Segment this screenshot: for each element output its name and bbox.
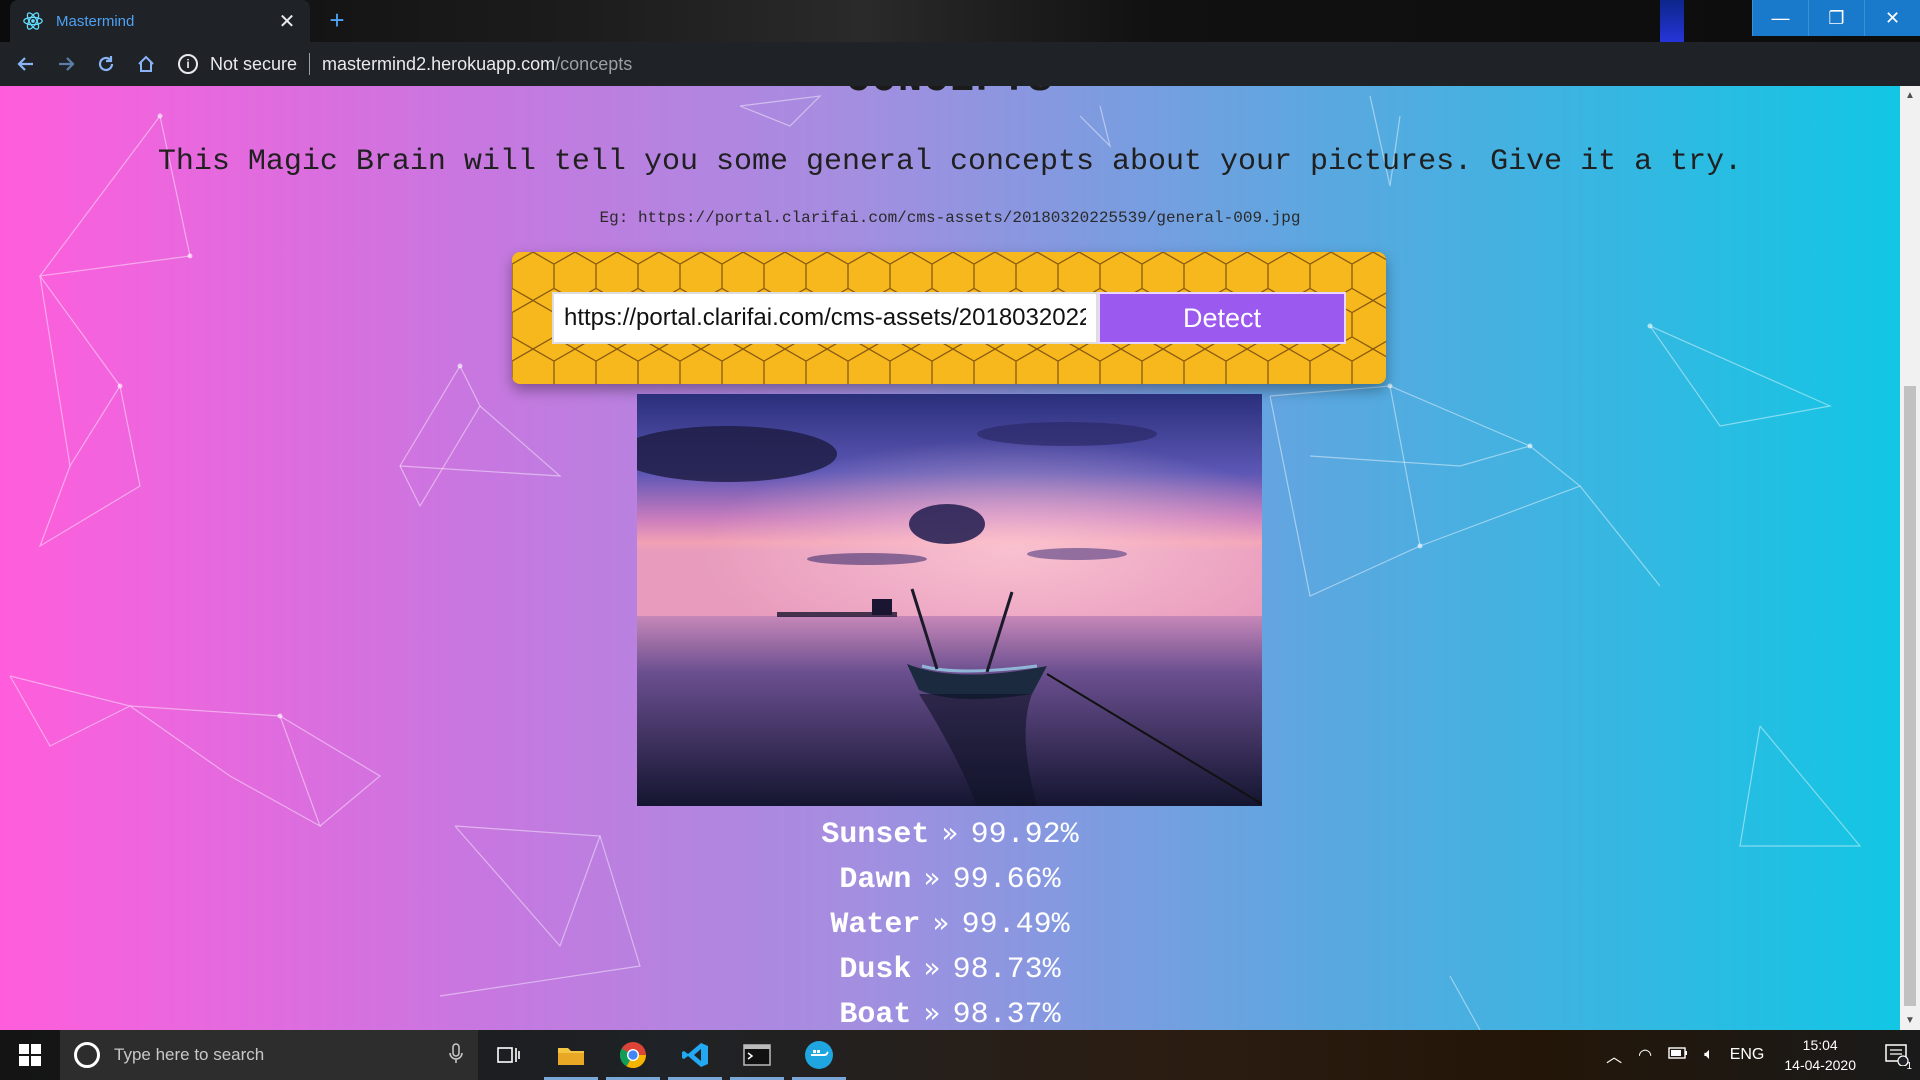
tab-close-icon[interactable]: ✕: [276, 9, 298, 34]
windows-start-icon[interactable]: [0, 1030, 60, 1080]
notification-count: 1: [1906, 1061, 1912, 1072]
address-separator: [309, 53, 311, 75]
security-label: Not secure: [210, 53, 298, 74]
concept-name: Boat: [839, 998, 912, 1030]
scroll-up-arrow-icon[interactable]: ▲: [1905, 90, 1915, 101]
language-indicator[interactable]: ENG: [1730, 1046, 1765, 1064]
url-host: mastermind2.herokuapp.com: [322, 53, 556, 74]
address-bar[interactable]: i Not secure mastermind2.herokuapp.com/c…: [178, 47, 1488, 81]
system-tray: ︿ ◠ 🔈︎ ENG 15:04 14-04-2020 1: [1598, 1030, 1920, 1080]
docker-icon[interactable]: [788, 1030, 850, 1080]
microphone-icon[interactable]: [448, 1042, 464, 1069]
home-icon[interactable]: [126, 44, 166, 84]
restore-button[interactable]: ❐: [1808, 0, 1864, 36]
close-window-button[interactable]: ✕: [1864, 0, 1920, 36]
concept-score: 98.73%: [952, 953, 1061, 987]
concept-score: 99.66%: [952, 863, 1061, 897]
minimize-button[interactable]: —: [1752, 0, 1808, 36]
wifi-icon[interactable]: ◠: [1638, 1045, 1652, 1065]
result-separator: »: [923, 996, 941, 1029]
concept-name: Dusk: [839, 953, 912, 987]
vscode-icon[interactable]: [664, 1030, 726, 1080]
image-url-input[interactable]: [552, 292, 1098, 344]
example-url-hint: Eg: https://portal.clarifai.com/cms-asse…: [599, 209, 1301, 227]
result-separator: »: [923, 861, 941, 894]
url-path: /concepts: [555, 53, 633, 74]
back-arrow-icon[interactable]: [6, 44, 46, 84]
scrollbar-thumb[interactable]: [1904, 386, 1916, 1006]
result-separator: »: [932, 906, 950, 939]
react-icon: [23, 12, 43, 30]
result-item: Boat » 98.37%: [0, 990, 1900, 1030]
concept-results-list: Sunset» 99.92% Dawn» 99.66% Water» 99.49% D…: [0, 810, 1900, 1030]
terminal-icon[interactable]: [726, 1030, 788, 1080]
browser-toolbar: i Not secure mastermind2.herokuapp.com/c…: [0, 42, 1920, 118]
taskbar-search[interactable]: Type here to search: [60, 1030, 478, 1080]
windows-taskbar: Type here to search ︿ ◠ 🔈︎ ENG 15:04 14-…: [0, 1030, 1920, 1080]
analyzed-photo: [637, 394, 1262, 806]
file-explorer-icon[interactable]: [540, 1030, 602, 1080]
scroll-down-arrow-icon[interactable]: ▼: [1905, 1015, 1915, 1026]
reload-icon[interactable]: [86, 44, 126, 84]
forward-arrow-icon[interactable]: [46, 44, 86, 84]
concept-name: Sunset: [821, 818, 930, 852]
image-url-form: Detect: [512, 252, 1386, 384]
result-item: Sunset » 99.92%: [0, 810, 1900, 855]
search-placeholder: Type here to search: [114, 1045, 265, 1064]
web-page: CONCEPTS This Magic Brain will tell you …: [0, 86, 1900, 1030]
result-item: Dusk » 98.73%: [0, 945, 1900, 990]
volume-icon[interactable]: 🔈︎: [1704, 1046, 1714, 1064]
window-controls: — ❐ ✕: [1752, 0, 1920, 36]
page-tagline: This Magic Brain will tell you some gene…: [157, 145, 1743, 179]
clock-date: 14-04-2020: [1784, 1057, 1856, 1073]
page-scrollbar[interactable]: ▲ ▼: [1900, 86, 1920, 1030]
result-separator: »: [923, 951, 941, 984]
result-separator: »: [941, 816, 959, 849]
battery-icon[interactable]: [1668, 1046, 1688, 1064]
concept-score: 99.92%: [970, 818, 1079, 852]
detect-button[interactable]: Detect: [1098, 292, 1346, 344]
browser-tab-bar: Mastermind ✕ + — ❐ ✕: [0, 0, 1920, 86]
tray-chevron-icon[interactable]: ︿: [1606, 1043, 1622, 1067]
result-item: Dawn » 99.66%: [0, 855, 1900, 900]
browser-tab[interactable]: Mastermind ✕: [10, 0, 310, 42]
tab-title: Mastermind: [56, 12, 135, 30]
result-item: Water » 99.49%: [0, 900, 1900, 945]
concept-name: Water: [830, 908, 921, 942]
concept-name: Dawn: [839, 863, 912, 897]
cortana-icon: [74, 1042, 100, 1068]
task-view-icon[interactable]: [478, 1030, 540, 1080]
concept-score: 98.37%: [952, 998, 1061, 1030]
page-title: CONCEPTS: [0, 86, 1900, 103]
concept-score: 99.49%: [961, 908, 1070, 942]
taskbar-clock[interactable]: 15:04 14-04-2020: [1784, 1035, 1856, 1075]
notification-center-icon[interactable]: 1: [1874, 1030, 1920, 1080]
clock-time: 15:04: [1802, 1037, 1838, 1053]
chrome-icon[interactable]: [602, 1030, 664, 1080]
info-icon[interactable]: i: [178, 54, 198, 74]
new-tab-button[interactable]: +: [322, 6, 352, 36]
